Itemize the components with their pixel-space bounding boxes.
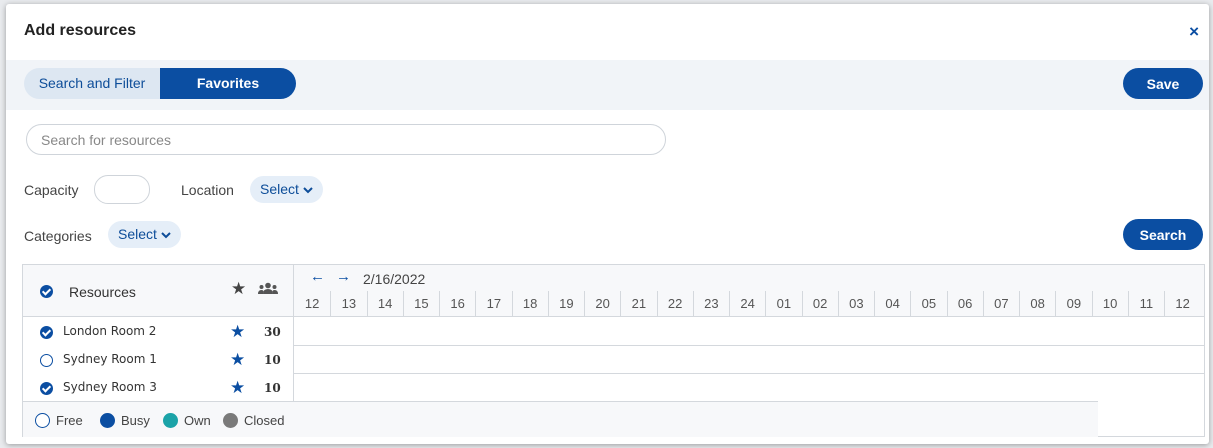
location-label: Location — [181, 182, 234, 198]
categories-label: Categories — [24, 228, 92, 244]
capacity-input[interactable] — [94, 175, 150, 204]
hour-cell: 09 — [1055, 291, 1091, 317]
hour-cell: 02 — [801, 291, 838, 317]
location-select-value: Select — [260, 181, 299, 197]
hour-cell: 14 — [366, 291, 403, 317]
hour-columns: 12 13 14 15 16 17 18 19 20 21 22 23 24 0… — [294, 291, 1200, 317]
hour-cell: 13 — [330, 291, 366, 317]
hour-cell: 15 — [402, 291, 439, 317]
resource-capacity: 10 — [264, 381, 281, 395]
legend-busy: Busy — [100, 412, 150, 428]
timeline-header: ← → 2/16/2022 12 13 14 15 16 17 18 19 20… — [294, 265, 1204, 317]
availability-legend: Free Busy Own Closed — [23, 401, 1098, 437]
table-row[interactable]: London Room 2 ★ 30 — [23, 318, 1204, 346]
hour-cell: 20 — [584, 291, 620, 317]
legend-label: Free — [56, 412, 83, 428]
dialog-header: Add resources × — [6, 4, 1209, 60]
hour-cell: 16 — [439, 291, 475, 317]
free-dot-icon — [35, 412, 50, 428]
tab-favorites[interactable]: Favorites — [160, 68, 296, 99]
capacity-label: Capacity — [24, 182, 79, 198]
hour-cell: 18 — [511, 291, 548, 317]
categories-select-value: Select — [118, 226, 157, 242]
hour-cell: 11 — [1127, 291, 1164, 317]
table-row[interactable]: Sydney Room 1 ★ 10 — [23, 346, 1204, 374]
resource-name: London Room 2 — [63, 324, 157, 338]
hour-cell: 01 — [765, 291, 801, 317]
hour-cell: 23 — [692, 291, 729, 317]
hour-cell: 03 — [837, 291, 874, 317]
hour-cell: 12 — [304, 296, 320, 311]
legend-label: Own — [184, 412, 211, 428]
legend-label: Busy — [121, 412, 150, 428]
tab-search-and-filter[interactable]: Search and Filter — [24, 68, 160, 99]
favorite-star-icon: ★ — [231, 279, 247, 298]
row-checkbox[interactable] — [40, 326, 53, 339]
legend-label: Closed — [244, 412, 285, 428]
current-date: 2/16/2022 — [363, 271, 426, 287]
hour-cell: 04 — [874, 291, 910, 317]
hour-cell: 05 — [910, 291, 946, 317]
hour-cell: 12 — [1164, 291, 1200, 317]
legend-free: Free — [35, 412, 83, 428]
search-input[interactable] — [26, 124, 666, 155]
chevron-down-icon — [303, 178, 313, 205]
add-resources-dialog: Add resources × Search and Filter Favori… — [6, 4, 1209, 444]
favorite-star-icon[interactable]: ★ — [230, 351, 245, 368]
resources-header: Resources ★ — [23, 265, 293, 317]
table-row[interactable]: Sydney Room 3 ★ 10 — [23, 374, 1204, 402]
row-checkbox[interactable] — [40, 382, 53, 395]
hour-cell: 19 — [547, 291, 584, 317]
hour-cell: 07 — [982, 291, 1019, 317]
chevron-down-icon — [161, 223, 171, 250]
arrow-left-icon[interactable]: ← — [310, 269, 325, 284]
people-capacity-icon — [258, 282, 278, 296]
dialog-title: Add resources — [24, 22, 137, 39]
closed-dot-icon — [223, 412, 238, 428]
select-all-checkbox[interactable] — [40, 285, 53, 298]
favorite-star-icon[interactable]: ★ — [230, 379, 245, 396]
resource-name: Sydney Room 1 — [63, 352, 157, 366]
hour-cell: 17 — [475, 291, 511, 317]
resource-schedule-grid: Resources ★ ← → 2/16/2022 12 13 14 15 16… — [22, 264, 1205, 437]
legend-closed: Closed — [223, 412, 284, 428]
favorite-star-icon[interactable]: ★ — [230, 323, 245, 340]
categories-select[interactable]: Select — [108, 221, 181, 248]
resources-header-label: Resources — [69, 284, 136, 300]
busy-dot-icon — [100, 412, 115, 428]
arrow-right-icon[interactable]: → — [336, 269, 351, 284]
close-icon[interactable]: × — [1189, 23, 1199, 40]
hour-cell: 24 — [729, 291, 765, 317]
hour-cell: 10 — [1091, 291, 1128, 317]
resource-capacity: 10 — [264, 353, 281, 367]
row-checkbox[interactable] — [40, 354, 53, 367]
own-dot-icon — [163, 412, 178, 428]
hour-cell: 21 — [620, 291, 656, 317]
legend-own: Own — [163, 412, 211, 428]
resource-capacity: 30 — [264, 325, 281, 339]
view-tabs: Search and Filter Favorites — [24, 68, 296, 99]
hour-cell: 22 — [656, 291, 693, 317]
hour-cell: 08 — [1019, 291, 1055, 317]
tab-bar: Search and Filter Favorites Save — [6, 60, 1209, 110]
location-select[interactable]: Select — [250, 176, 323, 203]
hour-cell: 06 — [946, 291, 983, 317]
save-button[interactable]: Save — [1123, 68, 1203, 99]
resource-name: Sydney Room 3 — [63, 380, 157, 394]
search-button[interactable]: Search — [1123, 219, 1203, 250]
